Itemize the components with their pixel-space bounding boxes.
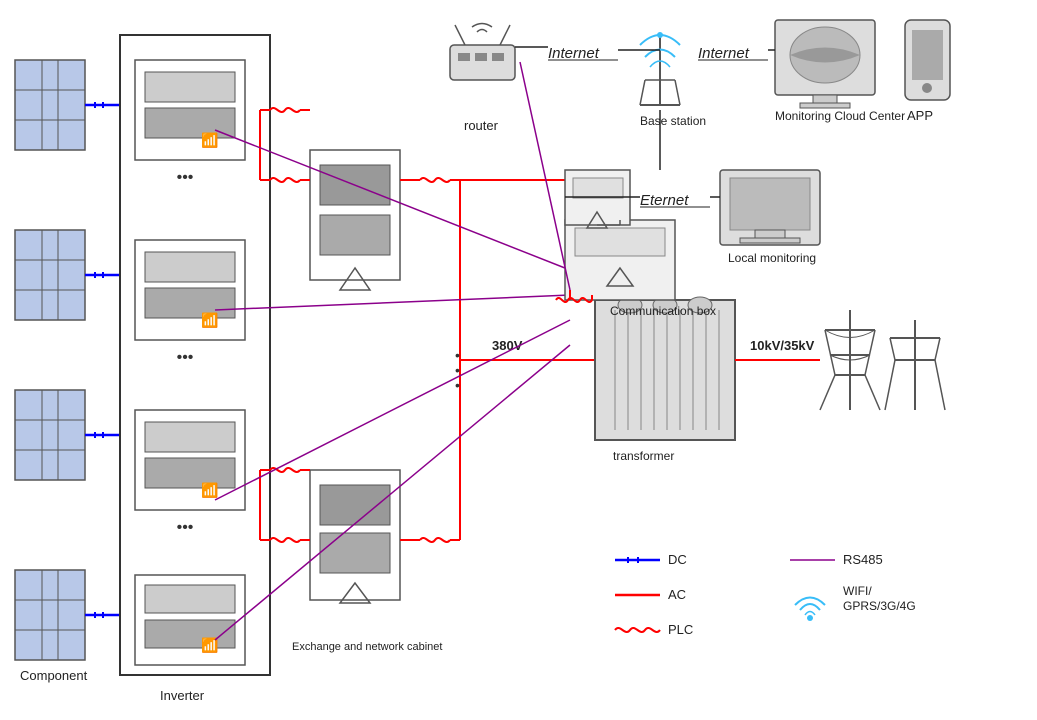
- svg-text:Monitoring Cloud Center: Monitoring Cloud Center: [775, 109, 905, 123]
- svg-text:•: •: [455, 347, 460, 363]
- svg-text:Local monitoring: Local monitoring: [728, 251, 816, 265]
- diagram-container: 📶 ••• 📶 ••• 📶 ••• 📶: [0, 0, 1037, 720]
- svg-text:WIFI/: WIFI/: [843, 584, 872, 598]
- inverter-unit-4: 📶: [135, 575, 245, 665]
- svg-text:DC: DC: [668, 552, 687, 567]
- svg-text:Base station: Base station: [640, 114, 706, 128]
- exchange-cabinet-2: [310, 470, 400, 603]
- transformer: [595, 297, 735, 440]
- svg-text:Internet: Internet: [698, 45, 750, 62]
- svg-text:•: •: [455, 377, 460, 393]
- coil-bottom-right: [400, 538, 460, 542]
- communication-box: [565, 220, 675, 300]
- svg-text:•••: •••: [177, 169, 194, 186]
- coil-top-left: [260, 108, 310, 182]
- legend-wifi-icon: [795, 598, 825, 622]
- base-station-icon: [640, 32, 680, 105]
- svg-text:📶: 📶: [201, 482, 218, 499]
- svg-text:📶: 📶: [201, 312, 218, 329]
- solar-panel-4: [15, 570, 85, 660]
- svg-text:Exchange and network cabinet: Exchange and network cabinet: [292, 641, 442, 653]
- svg-text:transformer: transformer: [613, 449, 674, 463]
- svg-text:PLC: PLC: [668, 622, 693, 637]
- svg-text:Component: Component: [20, 668, 88, 683]
- svg-text:APP: APP: [907, 108, 933, 123]
- solar-panel-2: [15, 230, 85, 320]
- svg-text:GPRS/3G/4G: GPRS/3G/4G: [843, 599, 916, 613]
- exchange-cabinet-1: [310, 150, 400, 290]
- svg-text:📶: 📶: [201, 132, 218, 149]
- comm-box-local-icon: [565, 170, 630, 228]
- inverter-unit-1: 📶 •••: [135, 60, 245, 186]
- app-icon: [905, 20, 950, 100]
- coil-bottom-left: [260, 468, 310, 542]
- router-icon: [450, 24, 515, 81]
- svg-text:router: router: [464, 118, 499, 133]
- svg-text:10kV/35kV: 10kV/35kV: [750, 338, 815, 353]
- inverter-unit-3: 📶 •••: [135, 410, 245, 536]
- svg-text:Eternet: Eternet: [640, 192, 689, 209]
- inverter-unit-2: 📶 •••: [135, 240, 245, 366]
- svg-text:Communication box: Communication box: [610, 304, 716, 318]
- solar-panel-1: [15, 60, 85, 150]
- svg-text:•••: •••: [177, 519, 194, 536]
- solar-panel-3: [15, 390, 85, 480]
- svg-text:RS485: RS485: [843, 552, 883, 567]
- local-monitoring-icon: [720, 170, 820, 245]
- coil-top-right: [400, 178, 460, 182]
- svg-text:Inverter: Inverter: [160, 688, 205, 703]
- svg-text:Internet: Internet: [548, 45, 600, 62]
- power-grid-tower: [820, 310, 945, 410]
- monitoring-cloud-icon: [775, 20, 875, 108]
- svg-text:AC: AC: [668, 587, 686, 602]
- svg-text:•••: •••: [177, 349, 194, 366]
